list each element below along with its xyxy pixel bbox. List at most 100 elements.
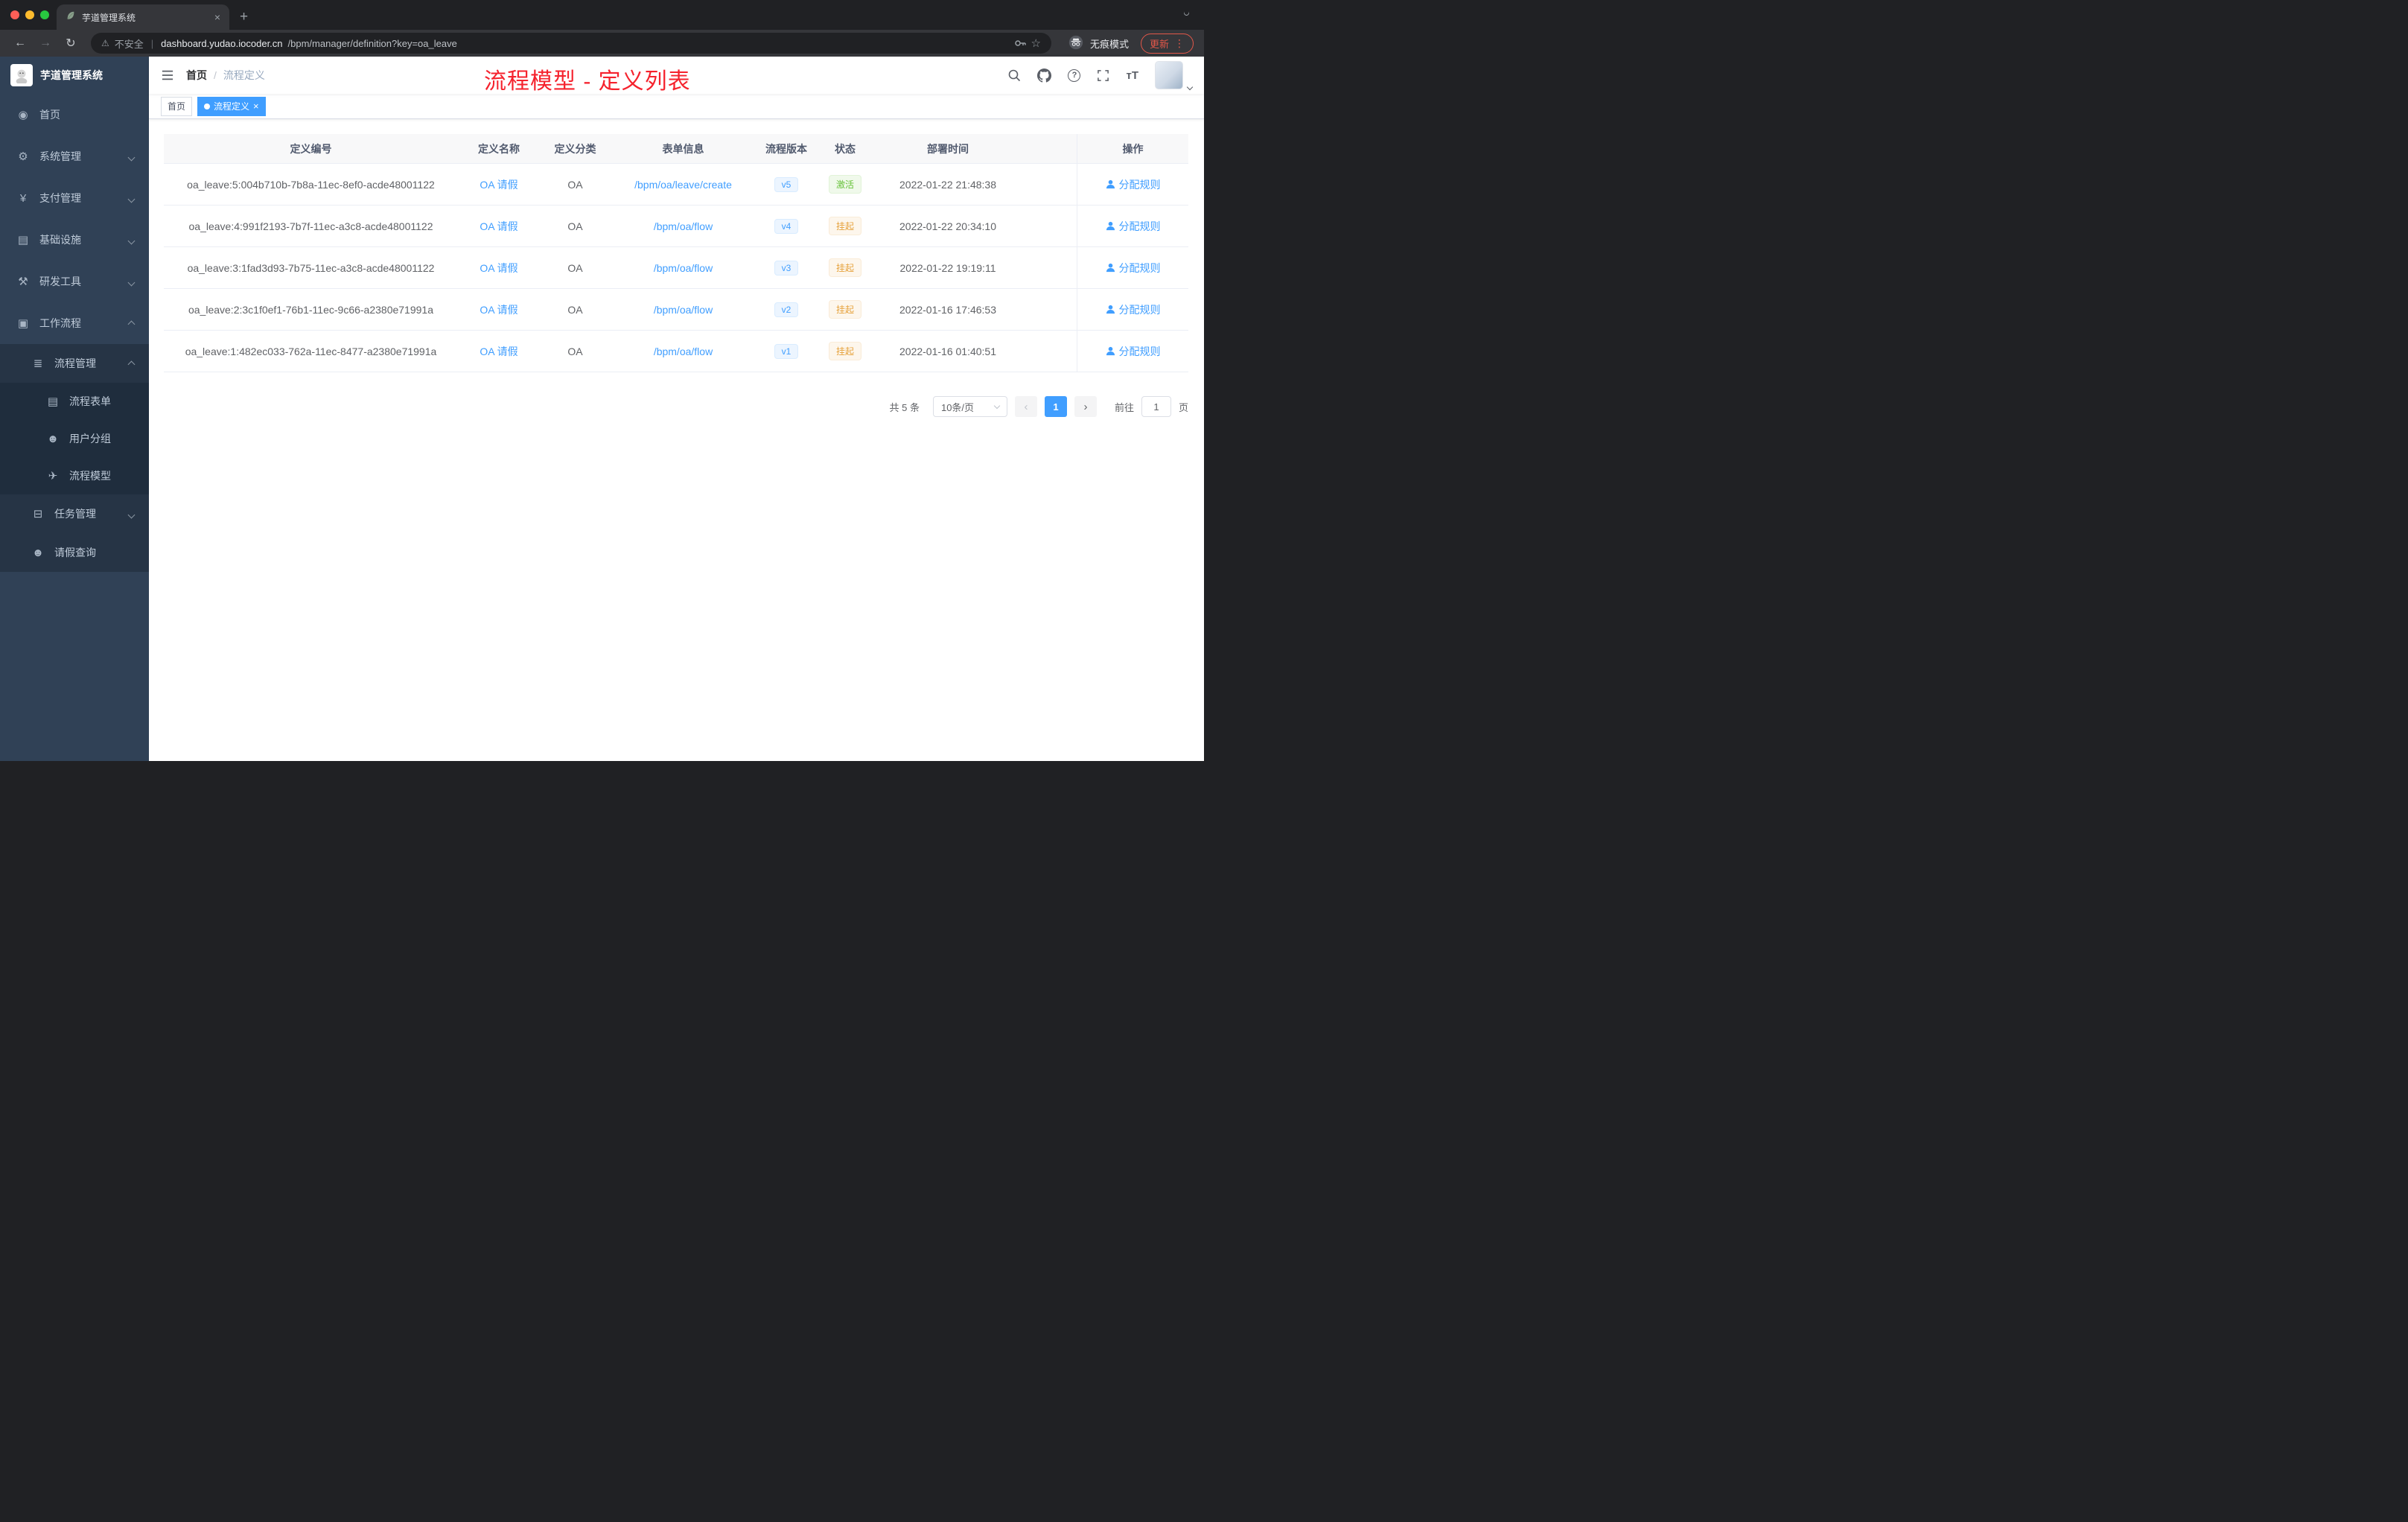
home-icon: ◉ — [18, 109, 28, 121]
sidebar-item-label: 工作流程 — [39, 317, 81, 329]
sidebar-item-infrastructure[interactable]: ▤ 基础设施 — [0, 219, 149, 261]
user-icon — [1106, 263, 1115, 273]
content: 定义编号 定义名称 定义分类 表单信息 流程版本 状态 部署时间 操作 oa_l… — [149, 119, 1204, 761]
sidebar-item-leave-query[interactable]: ☻ 请假查询 — [0, 533, 149, 572]
github-icon[interactable] — [1037, 68, 1052, 83]
tab-close-icon[interactable]: × — [214, 12, 220, 22]
window-close-button[interactable] — [10, 10, 19, 19]
sidebar-collapse-icon[interactable] — [161, 69, 174, 81]
search-icon[interactable] — [1007, 69, 1021, 82]
gear-icon: ⚙ — [18, 150, 28, 163]
prev-page-button[interactable]: ‹ — [1014, 396, 1037, 417]
logo-avatar — [10, 64, 33, 86]
definition-name-link[interactable]: OA 请假 — [480, 262, 517, 274]
cell-definition-id: oa_leave:2:3c1f0ef1-76b1-11ec-9c66-a2380… — [188, 303, 433, 316]
font-size-icon[interactable]: тT — [1126, 69, 1138, 82]
sidebar-item-label: 首页 — [39, 109, 60, 121]
sidebar-item-system-management[interactable]: ⚙ 系统管理 — [0, 136, 149, 177]
assign-rule-link[interactable]: 分配规则 — [1106, 344, 1161, 359]
form-link[interactable]: /bpm/oa/flow — [654, 346, 713, 357]
user-icon — [1106, 221, 1115, 231]
current-page-button[interactable]: 1 — [1044, 396, 1067, 417]
breadcrumb-home[interactable]: 首页 — [186, 68, 207, 83]
form-link[interactable]: /bpm/oa/flow — [654, 262, 713, 274]
cell-definition-id: oa_leave:5:004b710b-7b8a-11ec-8ef0-acde4… — [187, 178, 435, 191]
definition-name-link[interactable]: OA 请假 — [480, 304, 517, 316]
tags-view: 首页 流程定义 × — [149, 94, 1204, 119]
security-warning-icon: ⚠ — [101, 38, 109, 48]
security-label[interactable]: 不安全 — [115, 36, 144, 51]
window-controls — [10, 10, 49, 19]
help-icon[interactable]: ? — [1068, 69, 1081, 82]
incognito-label: 无痕模式 — [1089, 38, 1129, 50]
goto-page-input[interactable] — [1141, 396, 1171, 417]
definition-name-link[interactable]: OA 请假 — [480, 346, 517, 357]
user-avatar-wrap — [1155, 61, 1194, 91]
assign-rule-link[interactable]: 分配规则 — [1106, 302, 1161, 317]
assign-rule-link[interactable]: 分配规则 — [1106, 219, 1161, 234]
version-badge: v5 — [774, 176, 799, 192]
bookmark-star-icon[interactable]: ☆ — [1031, 36, 1041, 50]
tab-search-icon[interactable] — [1182, 9, 1191, 17]
definition-name-link[interactable]: OA 请假 — [480, 179, 517, 191]
avatar-caret-icon[interactable] — [1186, 83, 1194, 91]
column-header-deploy-time: 部署时间 — [927, 142, 969, 155]
sidebar-item-process-form[interactable]: ▤ 流程表单 — [0, 383, 149, 420]
back-icon[interactable]: ← — [10, 36, 30, 50]
tag-process-definition[interactable]: 流程定义 × — [197, 96, 266, 116]
cell-deploy-time: 2022-01-16 17:46:53 — [899, 303, 996, 316]
sidebar-item-user-group[interactable]: ☻ 用户分组 — [0, 420, 149, 457]
column-header-definition-id: 定义编号 — [290, 142, 332, 155]
browser-update-menu-button[interactable]: 更新 ⋮ — [1140, 33, 1194, 54]
sidebar-item-dev-tools[interactable]: ⚒ 研发工具 — [0, 261, 149, 302]
cell-category: OA — [567, 345, 583, 357]
forward-icon[interactable]: → — [36, 36, 55, 50]
password-key-icon[interactable] — [1014, 37, 1026, 49]
window-zoom-button[interactable] — [40, 10, 49, 19]
column-header-definition-name: 定义名称 — [478, 142, 520, 155]
sidebar-item-payment-management[interactable]: ¥ 支付管理 — [0, 177, 149, 219]
cell-category: OA — [567, 178, 583, 191]
avatar[interactable] — [1155, 61, 1183, 89]
tag-home[interactable]: 首页 — [161, 96, 193, 116]
column-header-category: 定义分类 — [554, 142, 596, 155]
tag-close-icon[interactable]: × — [253, 101, 259, 111]
window-minimize-button[interactable] — [25, 10, 34, 19]
assign-rule-link[interactable]: 分配规则 — [1106, 261, 1161, 276]
new-tab-button[interactable]: + — [240, 4, 248, 30]
cell-definition-id: oa_leave:4:991f2193-7b7f-11ec-a3c8-acde4… — [188, 220, 433, 232]
sidebar-item-home[interactable]: ◉ 首页 — [0, 94, 149, 136]
sidebar-item-task-management[interactable]: ⊟ 任务管理 — [0, 494, 149, 533]
breadcrumb-current: 流程定义 — [223, 69, 265, 81]
reload-icon[interactable]: ↻ — [61, 36, 80, 51]
browser-tab[interactable]: 芋道管理系统 × — [57, 4, 229, 30]
form-link[interactable]: /bpm/oa/leave/create — [634, 179, 732, 191]
chevron-down-icon — [993, 402, 1001, 410]
page: 芋道管理系统 × + ← → ↻ ⚠ 不安全 | dashboard.yudao… — [0, 0, 1204, 761]
next-page-button[interactable]: › — [1074, 396, 1097, 417]
sidebar-item-label: 系统管理 — [39, 150, 81, 162]
sidebar-item-workflow[interactable]: ▣ 工作流程 — [0, 302, 149, 344]
address-bar[interactable]: ⚠ 不安全 | dashboard.yudao.iocoder.cn/bpm/m… — [91, 33, 1051, 54]
sidebar-item-process-model[interactable]: ✈ 流程模型 — [0, 457, 149, 494]
cell-category: OA — [567, 303, 583, 316]
table-row: oa_leave:1:482ec033-762a-11ec-8477-a2380… — [164, 331, 1188, 372]
column-header-actions: 操作 — [1077, 134, 1188, 163]
breadcrumb-separator: / — [214, 69, 217, 81]
page-size-select[interactable]: 10条/页 — [932, 396, 1007, 417]
process-list-icon: ≣ — [33, 357, 43, 370]
table-row: oa_leave:5:004b710b-7b8a-11ec-8ef0-acde4… — [164, 164, 1188, 206]
column-header-version: 流程版本 — [765, 142, 807, 155]
sidebar-logo: 芋道管理系统 — [0, 57, 149, 94]
form-link[interactable]: /bpm/oa/flow — [654, 220, 713, 232]
definition-name-link[interactable]: OA 请假 — [480, 220, 517, 232]
fullscreen-icon[interactable] — [1097, 69, 1109, 82]
url-host: dashboard.yudao.iocoder.cn — [161, 37, 283, 49]
sidebar-item-process-management[interactable]: ≣ 流程管理 — [0, 344, 149, 383]
incognito-badge: 无痕模式 — [1068, 34, 1129, 53]
form-link[interactable]: /bpm/oa/flow — [654, 304, 713, 316]
assign-rule-link[interactable]: 分配规则 — [1106, 177, 1161, 192]
sidebar-item-label: 请假查询 — [54, 547, 96, 558]
page-unit-label: 页 — [1178, 401, 1188, 413]
version-badge: v3 — [774, 260, 799, 276]
